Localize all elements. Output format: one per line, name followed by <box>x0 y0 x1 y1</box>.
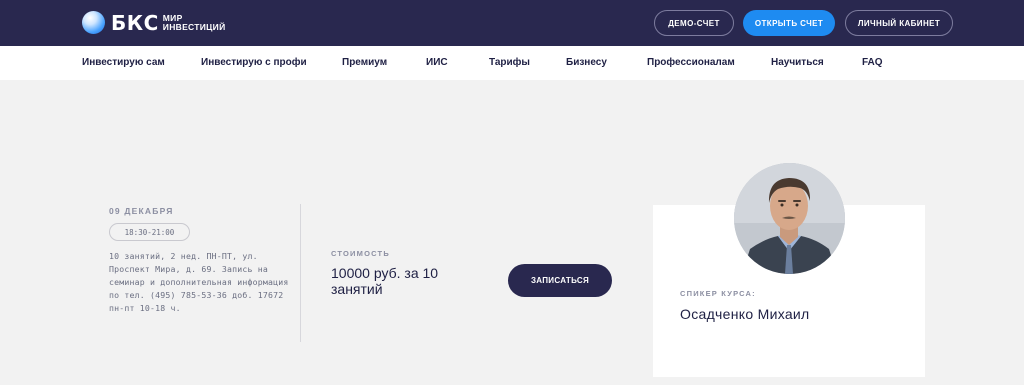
nav-item-professionals[interactable]: Профессионалам <box>647 46 735 80</box>
top-header: БКС МИР ИНВЕСТИЦИЙ ДЕМО-СЧЕТ ОТКРЫТЬ СЧЕ… <box>0 0 1024 46</box>
nav-item-faq[interactable]: FAQ <box>862 46 883 80</box>
enroll-button[interactable]: ЗАПИСАТЬСЯ <box>508 264 612 297</box>
logo-brand: БКС <box>111 10 159 35</box>
event-time-badge: 18:30-21:00 <box>109 223 190 241</box>
demo-account-button[interactable]: ДЕМО-СЧЕТ <box>654 10 734 36</box>
nav-item-premium[interactable]: Премиум <box>342 46 387 80</box>
logo-subtitle-line2: ИНВЕСТИЦИЙ <box>162 21 226 32</box>
column-divider <box>300 204 301 342</box>
speaker-portrait-icon <box>734 163 845 274</box>
price-value: 10000 руб. за 10 занятий <box>331 265 439 297</box>
speaker-name: Осадченко Михаил <box>680 306 810 322</box>
bks-sphere-icon <box>82 11 105 34</box>
speaker-label: СПИКЕР КУРСА: <box>680 289 756 298</box>
nav-item-pro-invest[interactable]: Инвестирую с профи <box>201 46 307 80</box>
nav-item-learn[interactable]: Научиться <box>771 46 824 80</box>
logo-subtitle: МИР ИНВЕСТИЦИЙ <box>162 13 226 32</box>
main-nav: Инвестирую сам Инвестирую с профи Премиу… <box>0 46 1024 80</box>
nav-item-iis[interactable]: ИИС <box>426 46 448 80</box>
nav-item-business[interactable]: Бизнесу <box>566 46 607 80</box>
open-account-button[interactable]: ОТКРЫТЬ СЧЕТ <box>743 10 835 36</box>
bks-logo[interactable]: БКС МИР ИНВЕСТИЦИЙ <box>82 9 226 36</box>
event-date: 09 ДЕКАБРЯ <box>109 206 174 216</box>
nav-item-tariffs[interactable]: Тарифы <box>489 46 530 80</box>
nav-item-self-invest[interactable]: Инвестирую сам <box>82 46 165 80</box>
price-label: СТОИМОСТЬ <box>331 249 390 258</box>
event-description: 10 занятий, 2 нед. ПН-ПТ, ул. Проспект М… <box>109 251 289 313</box>
personal-cabinet-button[interactable]: ЛИЧНЫЙ КАБИНЕТ <box>845 10 953 36</box>
speaker-photo <box>734 163 845 274</box>
